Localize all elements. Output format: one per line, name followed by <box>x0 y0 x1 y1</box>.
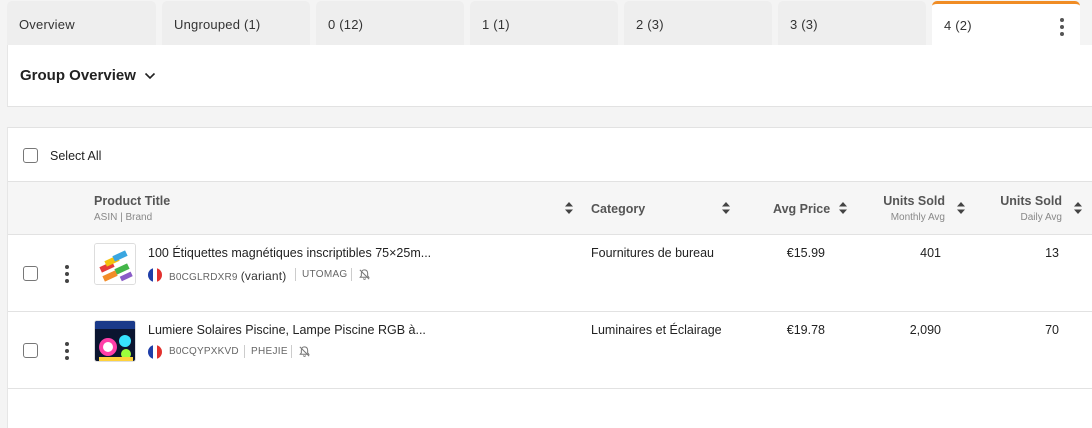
col-units-monthly: Units Sold <box>883 194 945 208</box>
product-table: Select All Product Title ASIN | Brand Ca… <box>7 127 1092 428</box>
tab-label: 2 (3) <box>636 17 664 32</box>
variant-label: (variant) <box>240 269 287 283</box>
tab-label: Overview <box>19 17 75 32</box>
units-monthly-cell: 401 <box>920 246 941 260</box>
col-product-sub: ASIN | Brand <box>94 212 153 223</box>
units-monthly-cell: 2,090 <box>909 323 941 337</box>
col-category: Category <box>591 202 646 216</box>
asin-link[interactable]: B0CGLRDXR9 (variant) <box>169 269 287 283</box>
sort-icon[interactable] <box>957 202 965 214</box>
tab-group-2[interactable]: 2 (3) <box>624 1 772 45</box>
meta-divider <box>295 268 296 281</box>
col-units-daily: Units Sold <box>1000 194 1062 208</box>
avg-price-cell: €19.78 <box>786 323 825 337</box>
sort-icon[interactable] <box>1074 202 1082 214</box>
france-flag-icon <box>148 268 162 282</box>
group-overview-title[interactable]: Group Overview <box>20 67 136 84</box>
row-checkbox[interactable] <box>23 343 38 358</box>
product-meta: B0CGLRDXR9 (variant) UTOMAG <box>148 268 378 283</box>
product-title-link[interactable]: Lumiere Solaires Piscine, Lampe Piscine … <box>148 323 426 337</box>
asin-link[interactable]: B0CQYPXKVD <box>169 346 239 357</box>
tab-more-icon[interactable] <box>1056 18 1068 36</box>
table-row: 100 Étiquettes magnétiques inscriptibles… <box>8 235 1092 312</box>
notification-off-icon[interactable] <box>298 345 311 358</box>
tab-group-4[interactable]: 4 (2) <box>932 1 1080 46</box>
row-more-icon[interactable] <box>64 342 70 360</box>
select-all-row: Select All <box>8 128 1092 182</box>
units-daily-cell: 13 <box>1045 246 1059 260</box>
brand-label: UTOMAG <box>302 269 348 280</box>
tab-ungrouped[interactable]: Ungrouped (1) <box>162 1 310 45</box>
meta-divider <box>351 268 352 281</box>
avg-price-cell: €15.99 <box>786 246 825 260</box>
col-units-daily-sub: Daily Avg <box>1020 212 1062 223</box>
product-thumbnail[interactable] <box>94 320 136 362</box>
tab-group-1[interactable]: 1 (1) <box>470 1 618 45</box>
notification-off-icon[interactable] <box>358 268 371 281</box>
col-avg-price: Avg Price <box>773 202 831 216</box>
category-cell: Fournitures de bureau <box>591 246 714 260</box>
tab-group-0[interactable]: 0 (12) <box>316 1 464 45</box>
category-cell: Luminaires et Éclairage <box>591 323 722 337</box>
tab-label: 0 (12) <box>328 17 364 32</box>
tab-overview[interactable]: Overview <box>7 1 156 45</box>
tab-label: 1 (1) <box>482 17 510 32</box>
col-units-monthly-sub: Monthly Avg <box>890 212 945 223</box>
meta-divider <box>244 345 245 358</box>
sort-icon[interactable] <box>565 202 573 214</box>
tab-label: Ungrouped (1) <box>174 17 261 32</box>
tab-group-3[interactable]: 3 (3) <box>778 1 926 45</box>
asin-text: B0CGLRDXR9 <box>169 272 238 283</box>
product-meta: B0CQYPXKVD PHEJIE <box>148 345 328 359</box>
tab-label: 3 (3) <box>790 17 818 32</box>
group-overview-panel: Group Overview <box>7 45 1092 107</box>
select-all-checkbox[interactable] <box>23 148 38 163</box>
tab-label: 4 (2) <box>944 18 972 33</box>
product-title-link[interactable]: 100 Étiquettes magnétiques inscriptibles… <box>148 246 431 260</box>
col-product-title: Product Title <box>94 194 171 208</box>
select-all-label: Select All <box>50 149 102 163</box>
sort-icon[interactable] <box>839 202 847 214</box>
table-row: Lumiere Solaires Piscine, Lampe Piscine … <box>8 312 1092 389</box>
row-checkbox[interactable] <box>23 266 38 281</box>
sort-icon[interactable] <box>722 202 730 214</box>
units-daily-cell: 70 <box>1045 323 1059 337</box>
france-flag-icon <box>148 345 162 359</box>
group-tabs: Overview Ungrouped (1) 0 (12) 1 (1) 2 (3… <box>0 0 1092 46</box>
brand-label: PHEJIE <box>251 346 288 357</box>
chevron-down-icon[interactable] <box>144 71 156 81</box>
table-header: Product Title ASIN | Brand Category Avg … <box>8 182 1092 235</box>
row-more-icon[interactable] <box>64 265 70 283</box>
meta-divider <box>291 345 292 358</box>
product-thumbnail[interactable] <box>94 243 136 285</box>
